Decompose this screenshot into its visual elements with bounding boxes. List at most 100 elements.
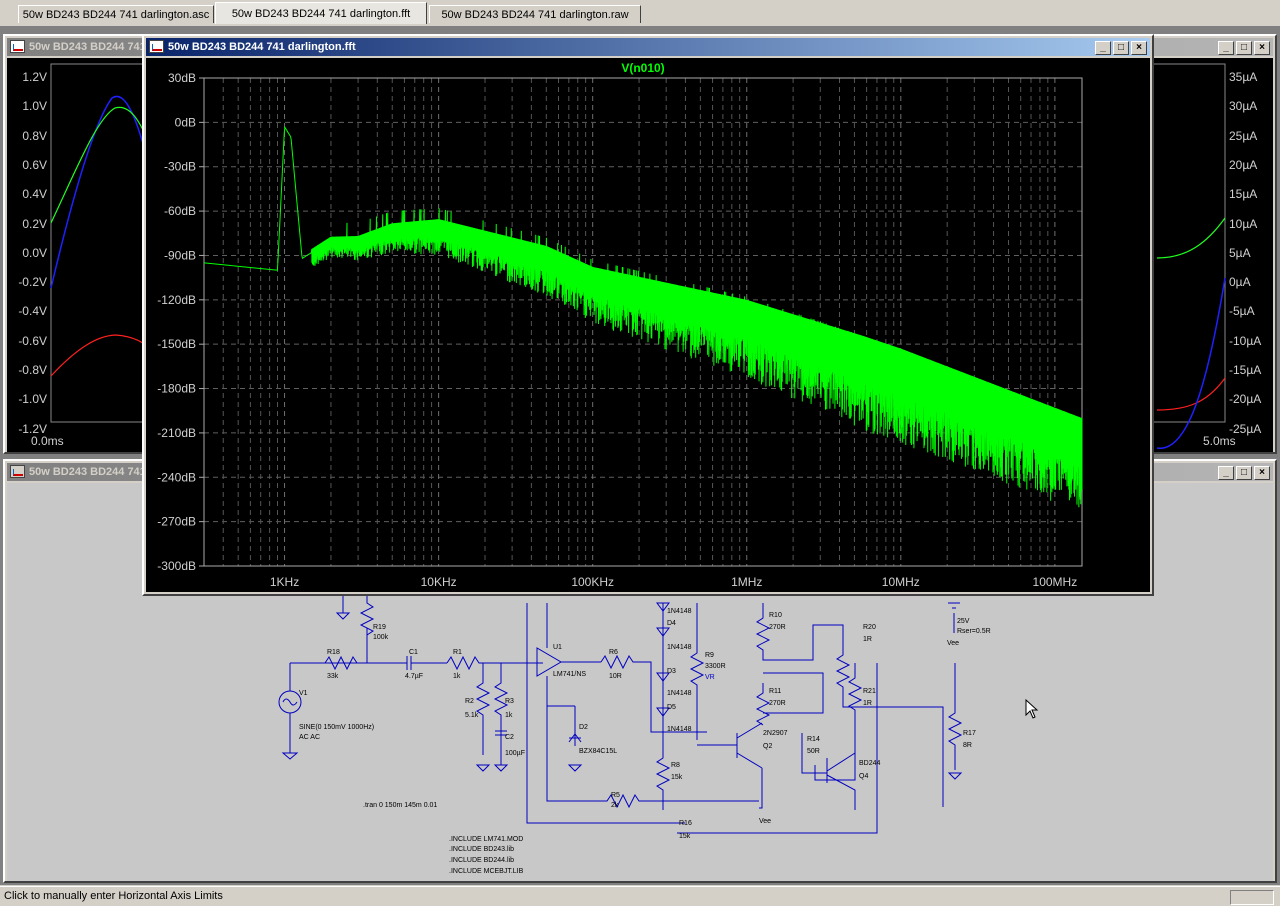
raw-left-tick-label: -0.8V (18, 363, 47, 377)
fft-x-tick-label: 1MHz (731, 575, 762, 589)
raw-x-end-label: 5.0ms (1203, 434, 1236, 448)
fft-y-tick-label: -150dB (157, 337, 196, 351)
schematic-label: R10 (769, 612, 782, 619)
raw-left-tick-label: 0.0V (22, 245, 47, 260)
schematic-label: 1N4148 (667, 608, 692, 615)
schematic-label: .INCLUDE LM741.MOD (449, 836, 523, 843)
raw-left-tick-label: -1.2V (18, 421, 47, 436)
schematic-label: 1k (453, 673, 461, 680)
raw-left-tick-label: -0.4V (18, 304, 47, 319)
tab-fft[interactable]: 50w BD243 BD244 741 darlington.fft (215, 2, 427, 24)
schematic-label: C1 (409, 649, 418, 656)
schematic-label: R21 (863, 688, 876, 695)
fft-plot-frame (203, 77, 1083, 567)
fft-trace-v-n010 (203, 125, 1083, 508)
fft-y-tick-label: -180dB (157, 382, 196, 396)
raw-x-start-label: 0.0ms (31, 434, 64, 448)
close-button[interactable]: × (1254, 41, 1270, 55)
fft-y-tick-label: -30dB (164, 160, 196, 174)
schematic-label: .INCLUDE MCEBJT.LIB (449, 868, 524, 875)
schematic-label: 100k (373, 634, 389, 641)
raw-right-tick-label: 25µA (1229, 128, 1258, 143)
schematic-label: R6 (609, 649, 618, 656)
schematic-label: 50R (807, 748, 820, 755)
maximize-button[interactable]: □ (1113, 41, 1129, 55)
schematic-label: 1N4148 (667, 644, 692, 651)
status-text: Click to manually enter Horizontal Axis … (4, 890, 223, 902)
schematic-label: AC AC (299, 734, 320, 741)
schematic-label: R1 (453, 649, 462, 656)
schematic-label: Vee (947, 640, 959, 647)
fft-y-tick-label: -60dB (164, 204, 196, 218)
raw-right-tick-label: 5µA (1229, 245, 1251, 260)
fft-plot-svg: 30dB 0dB -30dB -60dB -90dB -120dB -150dB -180dB… (157, 61, 1083, 589)
minimize-button[interactable]: _ (1218, 466, 1234, 480)
schematic-label: 25V (957, 618, 970, 625)
fft-y-tick-label: -210dB (157, 426, 196, 440)
close-button[interactable]: × (1131, 41, 1147, 55)
fft-y-tick-label: -90dB (164, 248, 196, 262)
raw-right-tick-label: -25µA (1229, 421, 1262, 436)
schematic-label: U1 (553, 644, 562, 651)
schematic-label: 1N4148 (667, 726, 692, 733)
schematic-label: VR (705, 674, 715, 681)
maximize-button[interactable]: □ (1236, 41, 1252, 55)
schematic-label: 100µF (505, 750, 525, 757)
fft-y-tick-label: -270dB (157, 515, 196, 529)
tab-asc[interactable]: 50w BD243 BD244 741 darlington.asc (18, 5, 214, 23)
schematic-label: .tran 0 150m 145m 0.01 (363, 802, 437, 809)
schematic-label: 270R (769, 624, 786, 631)
fft-y-tick-label: -300dB (157, 559, 196, 573)
raw-right-tick-label: 0µA (1229, 275, 1251, 290)
schematic-label: V1 (299, 690, 308, 697)
schematic-label: LM741/NS (553, 671, 586, 678)
document-tab-bar: 50w BD243 BD244 741 darlington.asc 50w B… (0, 0, 1280, 27)
minimize-button[interactable]: _ (1218, 41, 1234, 55)
schematic-label: 2k (611, 802, 619, 809)
schematic-label: R11 (769, 688, 781, 695)
schematic-label: 270R (769, 700, 786, 707)
waveform-app-icon (149, 40, 164, 53)
raw-right-tick-label: 15µA (1229, 187, 1258, 202)
raw-left-tick-label: 1.2V (22, 70, 47, 84)
raw-left-tick-label: -0.6V (18, 333, 47, 348)
schematic-label: Q2 (763, 743, 772, 750)
schematic-label: R2 (465, 698, 474, 705)
fft-x-tick-label: 100MHz (1033, 575, 1078, 589)
schematic-label: Q4 (859, 773, 868, 780)
schematic-label: R3 (505, 698, 514, 705)
waveform-app-icon (10, 40, 25, 53)
schematic-label: R18 (327, 649, 340, 656)
fft-window-titlebar[interactable]: 50w BD243 BD244 741 darlington.fft _ □ × (146, 38, 1150, 56)
schematic-label: 1k (505, 712, 513, 719)
minimize-button[interactable]: _ (1095, 41, 1111, 55)
schematic-label: 10R (609, 673, 622, 680)
fft-plot-area[interactable]: 30dB 0dB -30dB -60dB -90dB -120dB -150dB -180dB… (146, 58, 1150, 592)
raw-trace-green-left (50, 106, 148, 224)
raw-left-tick-label: -0.2V (18, 275, 47, 290)
fft-y-tick-label: 0dB (175, 115, 196, 129)
schematic-label: .INCLUDE BD244.lib (449, 857, 514, 864)
schematic-label: BZX84C15L (579, 748, 617, 755)
schematic-label: R17 (963, 730, 976, 737)
schematic-label: 1R (863, 700, 872, 707)
tab-raw[interactable]: 50w BD243 BD244 741 darlington.raw (429, 5, 641, 23)
schematic-label: D5 (667, 704, 676, 711)
raw-right-tick-label: -20µA (1229, 392, 1262, 407)
fft-window[interactable]: 50w BD243 BD244 741 darlington.fft _ □ ×… (142, 34, 1154, 596)
schematic-label: Rser=0.5R (957, 628, 991, 635)
schematic-app-icon (10, 465, 25, 478)
close-button[interactable]: × (1254, 466, 1270, 480)
raw-trace-red-right (1156, 377, 1226, 411)
schematic-label: R14 (807, 736, 820, 743)
schematic-label: R9 (705, 652, 714, 659)
maximize-button[interactable]: □ (1236, 466, 1252, 480)
fft-y-tick-label: -240dB (157, 470, 196, 484)
raw-trace-blue-right (1156, 277, 1226, 449)
raw-right-tick-label: 20µA (1229, 157, 1258, 172)
schematic-label: 2N2907 (763, 730, 788, 737)
fft-y-tick-label: 30dB (168, 71, 196, 85)
schematic-label: 8R (963, 742, 972, 749)
schematic-label: 15k (671, 774, 683, 781)
status-panel (1230, 890, 1274, 905)
